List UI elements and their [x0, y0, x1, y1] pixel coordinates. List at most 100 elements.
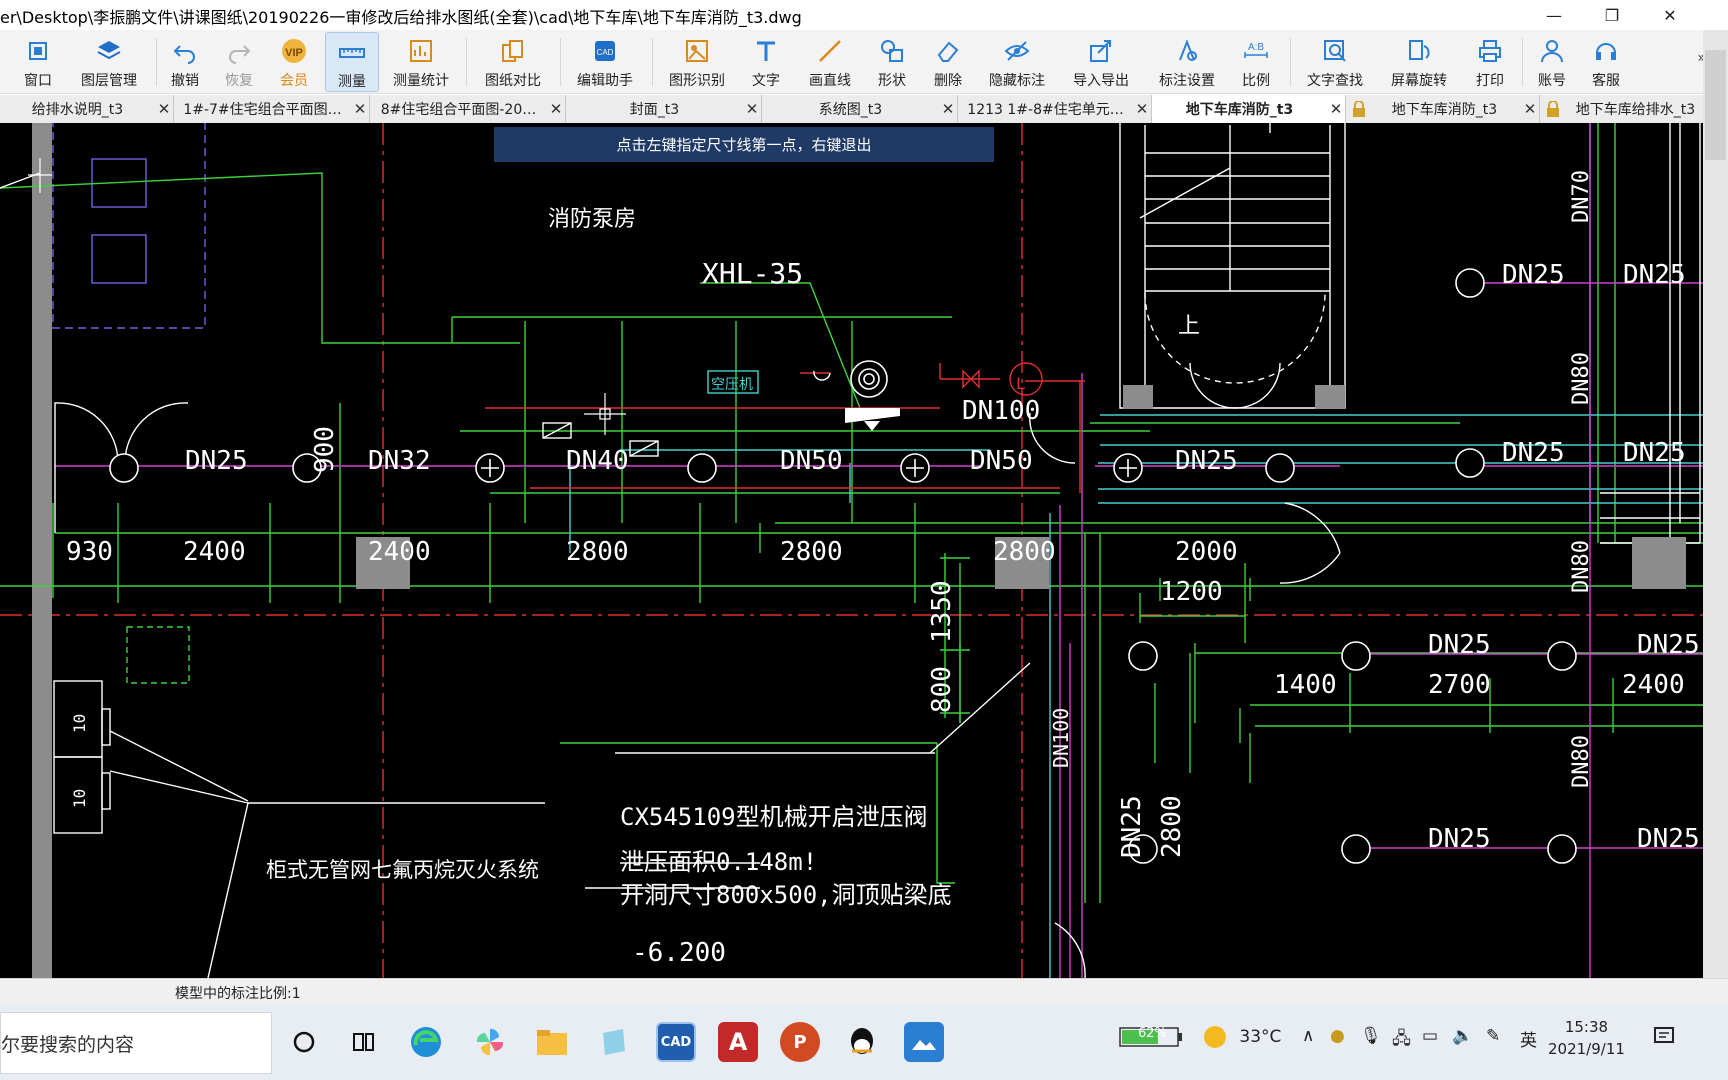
close-button[interactable]: ✕	[1642, 0, 1698, 30]
cad-icon[interactable]: CAD	[656, 1022, 696, 1062]
battery-small-icon[interactable]: ▭	[1422, 1026, 1438, 1046]
tray-app-icon[interactable]: ●	[1330, 1026, 1345, 1046]
tab-close-icon[interactable]: ✕	[743, 100, 761, 118]
cad-icon-label: CAD	[660, 1034, 692, 1050]
tab-plan-1-7[interactable]: 1#-7#住宅组合平面图… ✕	[174, 95, 370, 123]
weather-widget[interactable]: 33°C	[1204, 1026, 1281, 1048]
scrollbar-thumb[interactable]	[1705, 50, 1726, 160]
text-search-button[interactable]: 文字查找	[1300, 32, 1370, 92]
volume-icon[interactable]: 🔈	[1452, 1026, 1473, 1046]
import-export-button[interactable]: 导入导出	[1066, 32, 1136, 92]
tab-close-icon[interactable]: ✕	[351, 100, 369, 118]
compare-icon	[498, 36, 528, 66]
qq-icon[interactable]	[842, 1022, 882, 1062]
tab-garage-water-locked[interactable]: 地下车库给排水_t3	[1540, 95, 1710, 123]
network-icon[interactable]: 🖧	[1392, 1026, 1411, 1055]
microphone-icon[interactable]: 🎙	[1360, 1026, 1382, 1046]
file-explorer-icon[interactable]	[532, 1022, 572, 1062]
tab-close-icon[interactable]: ✕	[155, 100, 173, 118]
valve-area-note: 泄压面积0.148m!	[620, 848, 817, 876]
compare-button[interactable]: 图纸对比	[478, 32, 548, 92]
taskbar-search-box[interactable]: 尔要搜索的内容	[0, 1012, 272, 1074]
pipe-label: DN25	[1623, 260, 1686, 290]
tab-close-icon[interactable]: ✕	[547, 100, 565, 118]
svg-text:CAD: CAD	[597, 48, 614, 57]
undo-button[interactable]: 撤销	[164, 32, 206, 92]
powerpoint-icon-label: P	[793, 1031, 807, 1053]
cortana-icon[interactable]	[284, 1022, 324, 1062]
valve-opening-note: 开洞尺寸800x500,洞顶贴梁底	[620, 881, 952, 909]
rotate-screen-button[interactable]: 屏幕旋转	[1384, 32, 1454, 92]
tab-label: 封面_t3	[629, 102, 680, 118]
equipment-label: XHL-35	[702, 257, 803, 290]
cabinet-label: 10	[70, 714, 89, 733]
account-button[interactable]: 账号	[1530, 32, 1574, 92]
tab-close-icon[interactable]: ✕	[1521, 100, 1539, 118]
tab-plan-8[interactable]: 8#住宅组合平面图-20… ✕	[370, 95, 566, 123]
eraser-icon	[933, 36, 963, 66]
hide-annotation-icon	[1002, 36, 1032, 66]
vip-button[interactable]: VIP 会员	[272, 32, 316, 92]
tab-close-icon[interactable]: ✕	[939, 100, 957, 118]
pinwheel-icon[interactable]	[470, 1022, 510, 1062]
tab-label: 地下车库消防_t3	[1391, 102, 1498, 118]
window-button[interactable]: 窗口	[14, 32, 62, 92]
powerpoint-icon[interactable]: P	[780, 1022, 820, 1062]
vip-badge-text: VIP	[285, 47, 303, 59]
annotation-settings-button[interactable]: 标注设置	[1152, 32, 1222, 92]
line-button[interactable]: 画直线	[800, 32, 860, 92]
tab-label: 1#-7#住宅组合平面图…	[183, 102, 342, 118]
valve-letter: L	[1016, 374, 1026, 393]
edit-assistant-button[interactable]: CAD 编辑助手	[570, 32, 640, 92]
layer-manager-button[interactable]: 图层管理	[74, 32, 144, 92]
tab-water-notes[interactable]: 给排水说明_t3 ✕	[0, 95, 174, 123]
text-icon	[751, 36, 781, 66]
hide-annotation-button[interactable]: 隐藏标注	[982, 32, 1052, 92]
delete-button[interactable]: 删除	[926, 32, 970, 92]
pipe-label-dn100-vertical: DN100	[1049, 708, 1073, 768]
taskbar-clock[interactable]: 15:38 2021/9/11	[1548, 1016, 1625, 1060]
edge-icon[interactable]	[406, 1022, 446, 1062]
measure-stats-label: 测量统计	[393, 73, 449, 89]
task-view-icon[interactable]	[344, 1022, 384, 1062]
photos-icon[interactable]	[904, 1022, 944, 1062]
cabinet-label: 10	[70, 789, 89, 808]
chevron-up-icon[interactable]: ∧	[1302, 1026, 1314, 1046]
drawing-canvas[interactable]: 消防泵房 XHL-35 空压机 L DN25 DN32 DN40 DN50 DN…	[0, 123, 1703, 978]
tab-cover[interactable]: 封面_t3 ✕	[566, 95, 762, 123]
tab-garage-fire-active[interactable]: 地下车库消防_t3 ✕	[1152, 95, 1346, 123]
right-edge-panel	[1703, 30, 1728, 978]
dimension-label: 1400	[1274, 670, 1337, 700]
notification-icon[interactable]	[1652, 1024, 1676, 1053]
tab-close-icon[interactable]: ✕	[1133, 100, 1151, 118]
redo-button[interactable]: 恢复	[218, 32, 260, 92]
input-method[interactable]: 英	[1520, 1026, 1537, 1051]
measure-button[interactable]: 测量	[325, 32, 379, 92]
minimize-button[interactable]: —	[1526, 0, 1582, 30]
measure-stats-button[interactable]: 测量统计	[388, 32, 454, 92]
autocad-icon[interactable]: A	[718, 1022, 758, 1062]
print-button[interactable]: 打印	[1468, 32, 1512, 92]
document-tabs: 给排水说明_t3 ✕ 1#-7#住宅组合平面图… ✕ 8#住宅组合平面图-20… ✕ …	[0, 95, 1710, 123]
shape-recognition-label: 图形识别	[669, 73, 725, 89]
pipe-label: DN25	[1623, 438, 1686, 468]
shape-button[interactable]: 形状	[870, 32, 914, 92]
restore-button[interactable]: ❐	[1584, 0, 1640, 30]
account-label: 账号	[1538, 73, 1566, 89]
pipe-label-dn25-vertical: DN25	[1117, 795, 1147, 858]
shape-recognition-icon	[682, 36, 712, 66]
scale-button[interactable]: A:B 比例	[1234, 32, 1278, 92]
tab-garage-fire-locked[interactable]: 地下车库消防_t3 ✕	[1346, 95, 1540, 123]
support-button[interactable]: 客服	[1584, 32, 1628, 92]
notes-icon[interactable]	[594, 1022, 634, 1062]
shape-recognition-button[interactable]: 图形识别	[662, 32, 732, 92]
tab-system[interactable]: 系统图_t3 ✕	[762, 95, 958, 123]
account-icon	[1537, 36, 1567, 66]
tab-close-icon[interactable]: ✕	[1327, 100, 1345, 118]
text-button[interactable]: 文字	[744, 32, 788, 92]
tab-units-1213[interactable]: 1213 1#-8#住宅单元… ✕	[958, 95, 1152, 123]
battery-indicator[interactable]: 62%	[1116, 1022, 1186, 1057]
pen-icon[interactable]: ✎	[1486, 1026, 1500, 1046]
pipe-label: DN25	[1428, 824, 1491, 854]
toolbar-separator	[652, 38, 653, 86]
